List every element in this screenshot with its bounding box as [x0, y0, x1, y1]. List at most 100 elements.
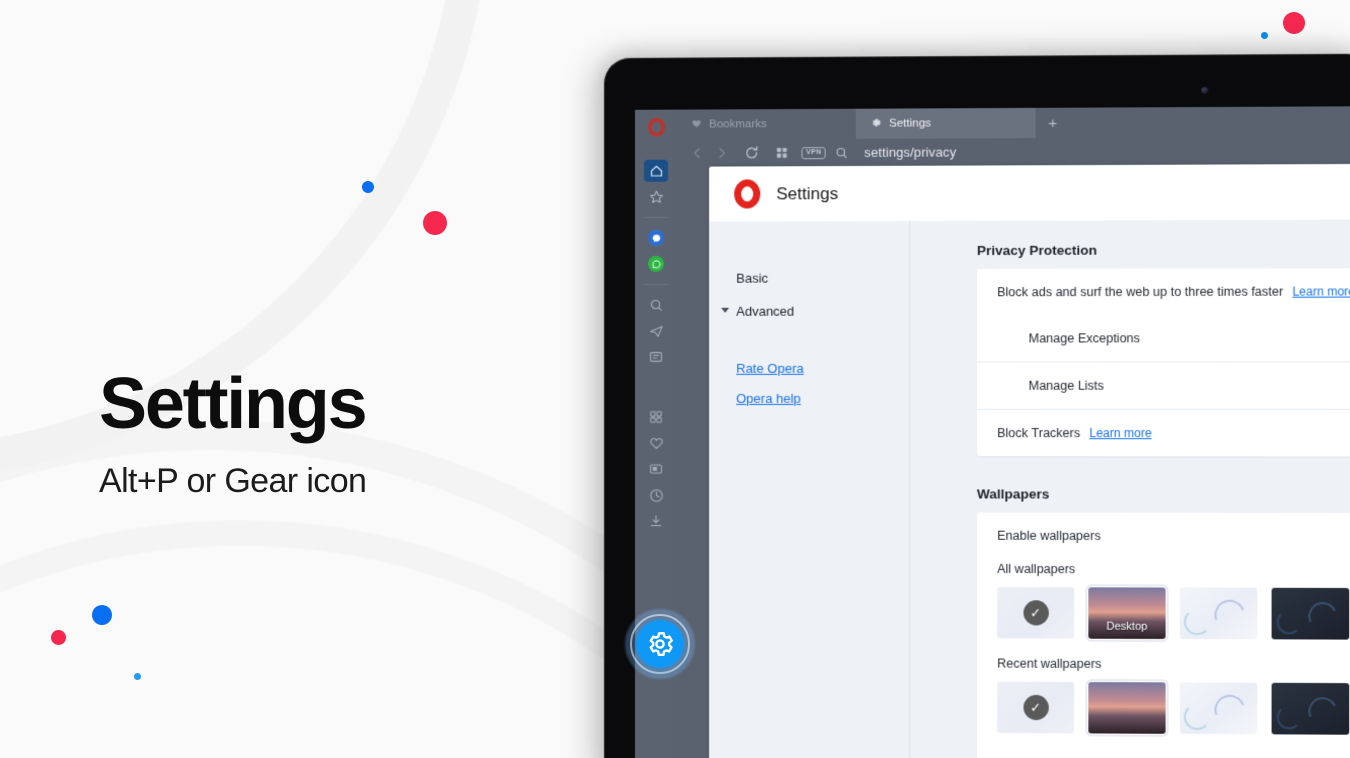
chevron-down-icon: [721, 307, 730, 313]
page-title: Settings: [99, 364, 368, 444]
wallpaper-light[interactable]: [1179, 587, 1258, 640]
tab-strip: Bookmarks Settings +: [677, 106, 1350, 139]
wallpapers-card: Enable wallpapers All wallpapers ✓ Deskto…: [976, 512, 1350, 758]
block-trackers-row[interactable]: Block Trackers Learn more: [977, 410, 1350, 457]
wallpaper-desktop[interactable]: [1088, 682, 1166, 734]
sidebar-item-player[interactable]: [635, 456, 677, 482]
back-button[interactable]: [685, 141, 709, 165]
heart-icon: [648, 436, 663, 450]
vpn-badge[interactable]: VPN: [801, 146, 826, 159]
extensions-icon: [649, 410, 663, 424]
speed-dial-button[interactable]: [769, 141, 793, 165]
sidebar-item-advanced[interactable]: Advanced: [709, 294, 909, 327]
telegram-icon: [648, 323, 663, 338]
manage-exceptions-row[interactable]: Manage Exceptions: [977, 315, 1350, 362]
block-trackers-label: Block Trackers: [997, 426, 1081, 441]
messenger-icon: [647, 229, 665, 246]
sidebar-divider-2: [643, 283, 669, 285]
sidebar-item-search[interactable]: [635, 292, 677, 318]
dot-red-mid: [423, 211, 447, 235]
heart-icon: [691, 118, 702, 131]
gear-icon: [870, 116, 882, 131]
wallpaper-desktop[interactable]: Desktop: [1088, 587, 1166, 639]
new-tab-button[interactable]: +: [1036, 108, 1070, 138]
wallpaper-selected[interactable]: ✓: [997, 587, 1075, 639]
nav-label-advanced: Advanced: [736, 303, 795, 319]
tab-settings[interactable]: Settings: [855, 107, 1036, 139]
wallpaper-dark[interactable]: [1271, 587, 1350, 640]
manage-exceptions-label: Manage Exceptions: [1028, 331, 1140, 346]
settings-title: Settings: [776, 183, 839, 203]
tab-bookmarks-label: Bookmarks: [709, 118, 767, 131]
manage-lists-label: Manage Lists: [1028, 378, 1104, 393]
check-icon: ✓: [1022, 694, 1049, 721]
laptop-mockup: Bookmarks Settings + VPN settings/privac…: [604, 53, 1350, 758]
sidebar-divider-1: [643, 216, 669, 218]
privacy-section-title: Privacy Protection: [976, 242, 1098, 259]
nav-label-basic: Basic: [736, 270, 769, 286]
address-search-icon[interactable]: [830, 140, 854, 164]
player-icon: [649, 462, 663, 476]
history-icon: [648, 488, 663, 503]
sidebar-item-whatsapp[interactable]: [635, 251, 677, 277]
downloads-icon: [649, 514, 663, 528]
hero-text: Settings Alt+P or Gear icon: [99, 368, 599, 501]
opera-logo-icon: [635, 114, 677, 140]
dot-red-top-right: [1283, 12, 1305, 34]
tab-bookmarks[interactable]: Bookmarks: [677, 109, 856, 140]
opera-logo-icon: [734, 179, 761, 209]
sidebar-item-telegram[interactable]: [635, 318, 677, 344]
page-root: Settings Alt+P or Gear icon Bookmarks Se…: [0, 0, 1350, 758]
address-bar-url[interactable]: settings/privacy: [864, 144, 956, 159]
manage-lists-row[interactable]: Manage Lists: [976, 361, 1350, 409]
settings-nav-links: Rate Opera Opera help: [709, 361, 909, 406]
enable-wallpapers-label[interactable]: Enable wallpapers: [997, 529, 1350, 544]
dot-red-bottom: [51, 630, 66, 645]
recent-wallpapers-label: Recent wallpapers: [997, 656, 1102, 671]
browser-window: Bookmarks Settings + VPN settings/privac…: [634, 106, 1350, 758]
whatsapp-icon: [647, 255, 665, 272]
wallpaper-dark[interactable]: [1271, 682, 1350, 735]
sidebar-item-history[interactable]: [635, 482, 677, 508]
dot-blue-small-bottom: [134, 673, 141, 680]
wallpaper-label: Desktop: [1106, 620, 1148, 633]
wallpapers-group: Enable wallpapers All wallpapers ✓ Deskto…: [977, 513, 1350, 758]
block-ads-label: Block ads and surf the web up to three t…: [997, 284, 1284, 300]
wallpapers-section-title: Wallpapers: [976, 486, 1050, 502]
sidebar-item-home[interactable]: [635, 158, 677, 184]
check-icon: ✓: [1022, 600, 1049, 626]
browser-toolbar: VPN settings/privacy: [677, 137, 1350, 167]
recent-wallpapers-row: ✓: [997, 681, 1350, 736]
search-icon: [648, 297, 663, 312]
settings-body: Basic Advanced Rate Opera Opera help Pri…: [709, 219, 1350, 758]
webcam-icon: [1201, 86, 1209, 94]
gear-fab-button[interactable]: [625, 609, 695, 679]
sidebar-item-messenger[interactable]: [635, 225, 677, 251]
sidebar-item-news[interactable]: [635, 344, 677, 370]
settings-nav: Basic Advanced Rate Opera Opera help: [709, 221, 911, 758]
tab-settings-label: Settings: [889, 117, 932, 130]
dot-blue-mid: [362, 181, 374, 193]
sidebar-item-extensions[interactable]: [635, 404, 677, 430]
block-trackers-learn-more-link[interactable]: Learn more: [1089, 426, 1151, 440]
opera-help-link[interactable]: Opera help: [736, 391, 909, 406]
sidebar-item-downloads[interactable]: [635, 508, 677, 534]
wallpaper-selected[interactable]: ✓: [997, 681, 1075, 734]
forward-button[interactable]: [709, 141, 733, 165]
home-icon: [643, 159, 669, 182]
reload-button[interactable]: [739, 141, 763, 165]
block-ads-row[interactable]: Block ads and surf the web up to three t…: [977, 268, 1350, 316]
settings-header: Settings: [709, 163, 1350, 222]
wallpaper-light[interactable]: [1179, 682, 1258, 735]
all-wallpapers-row: ✓ Desktop: [997, 587, 1350, 640]
block-ads-learn-more-link[interactable]: Learn more: [1292, 284, 1350, 298]
settings-page: Settings Basic Advanced Rate Opera Opera…: [709, 163, 1350, 758]
rate-opera-link[interactable]: Rate Opera: [736, 361, 909, 376]
sidebar-item-favorites[interactable]: [635, 184, 677, 210]
dot-blue-bottom: [92, 605, 112, 625]
star-icon: [648, 189, 663, 204]
page-subtitle: Alt+P or Gear icon: [99, 462, 367, 500]
sidebar-item-liked[interactable]: [635, 430, 677, 456]
privacy-card: Block ads and surf the web up to three t…: [976, 267, 1350, 457]
sidebar-item-basic[interactable]: Basic: [709, 261, 909, 295]
